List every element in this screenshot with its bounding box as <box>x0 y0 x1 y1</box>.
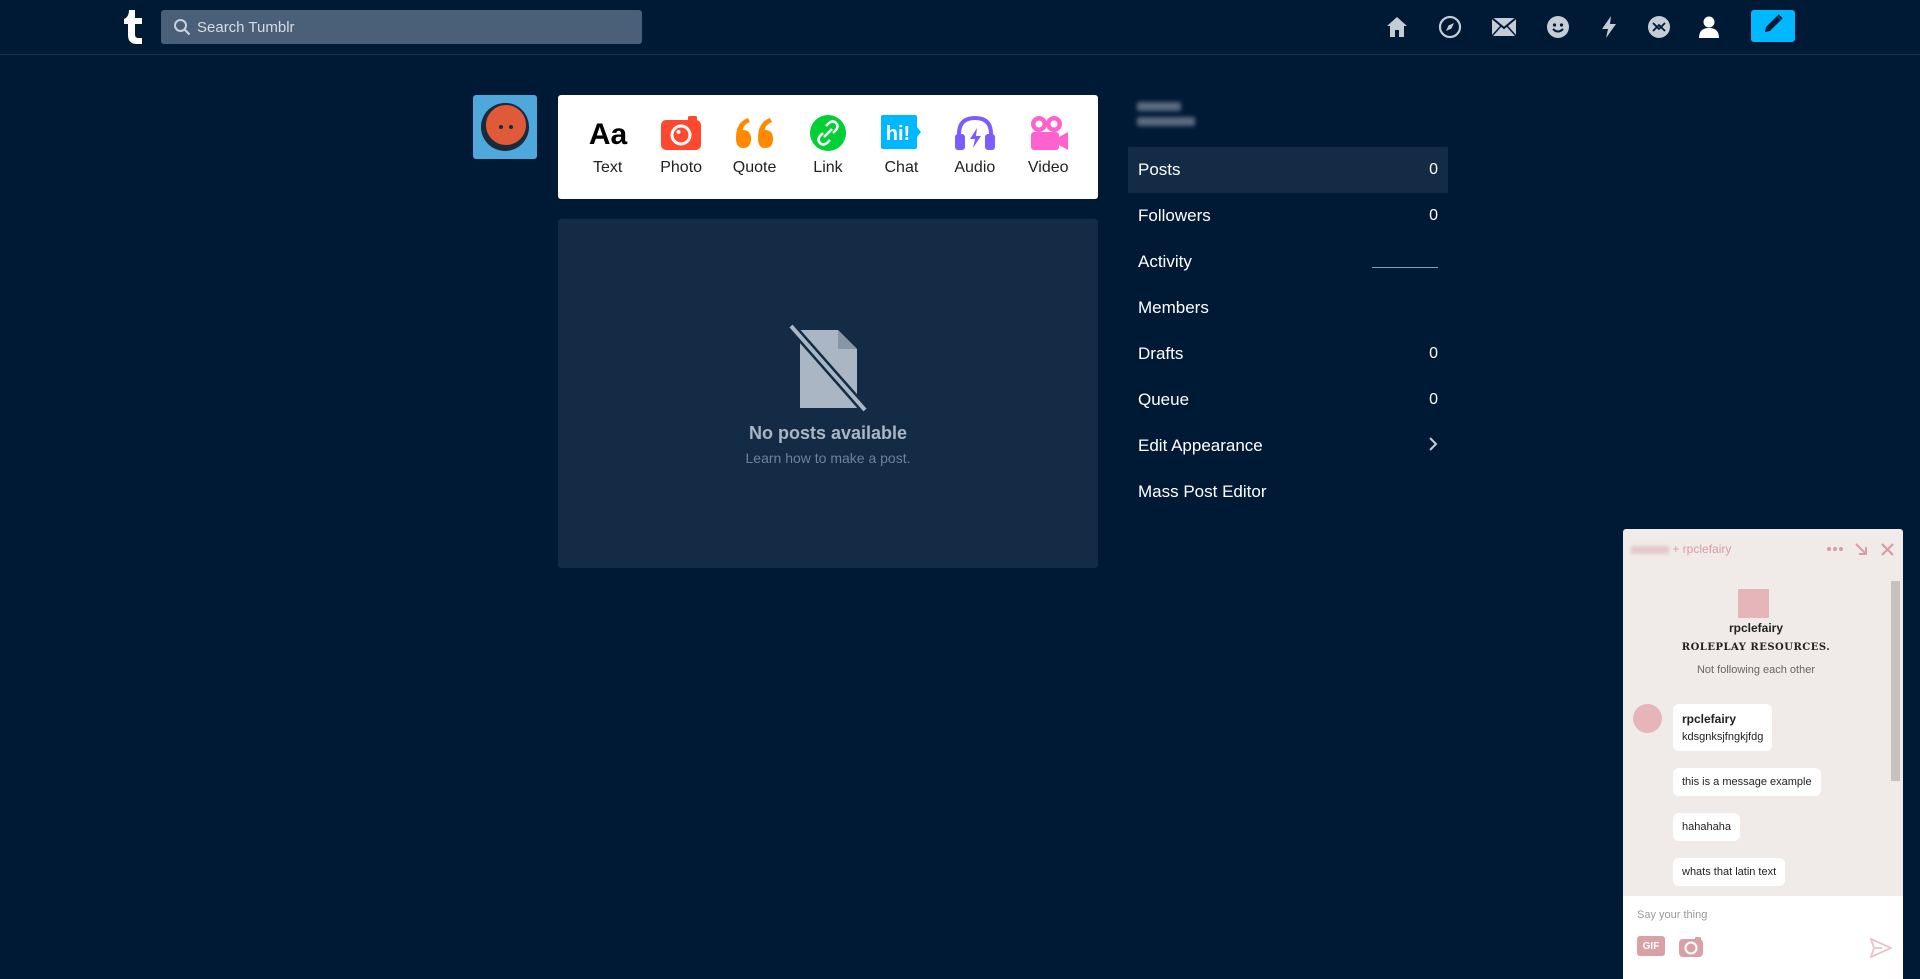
posts-empty-state: No posts available Learn how to make a p… <box>558 219 1098 568</box>
explore-icon[interactable] <box>1436 13 1464 41</box>
close-icon[interactable] <box>1877 539 1897 559</box>
search-bar[interactable] <box>161 10 642 44</box>
post-type-label: Chat <box>884 159 919 176</box>
home-icon[interactable] <box>1383 13 1411 41</box>
post-type-label: Video <box>1027 159 1069 176</box>
svg-text:hi!: hi! <box>886 123 910 145</box>
blog-sidebar: Posts 0 Followers 0 Activity Members Dra… <box>1128 147 1448 515</box>
post-video-button[interactable]: Video <box>1012 95 1085 199</box>
message-bubble: whats that latin text <box>1673 858 1786 886</box>
sidebar-item-label: Posts <box>1138 160 1181 179</box>
sidebar-item-activity[interactable]: Activity <box>1128 239 1448 285</box>
sidebar-item-drafts[interactable]: Drafts 0 <box>1128 331 1448 377</box>
inbox-icon[interactable] <box>1490 13 1518 41</box>
search-icon <box>173 18 191 36</box>
sidebar-item-followers[interactable]: Followers 0 <box>1128 193 1448 239</box>
camera-icon[interactable] <box>1678 936 1704 958</box>
link-icon <box>791 113 864 153</box>
chat-window: + rpclefairy ▼ rpclefairy ROLEPLAY RESOU… <box>1623 529 1903 979</box>
message-text: this is a message example <box>1682 776 1812 788</box>
sidebar-item-label: Members <box>1138 298 1209 317</box>
learn-post-link[interactable]: Learn how to make a post. <box>558 450 1098 466</box>
post-type-bar: Aa Text Photo Quote Link hi! Chat Audio <box>558 95 1098 199</box>
chat-profile-avatar[interactable] <box>1738 589 1769 618</box>
blog-name-redacted <box>1137 102 1195 136</box>
drafts-count: 0 <box>1429 345 1438 362</box>
message-bubble: hahahaha <box>1673 813 1740 841</box>
pencil-icon <box>1762 13 1784 40</box>
more-options-icon[interactable] <box>1825 539 1845 559</box>
message-text: kdsgnksjfngkjfdg <box>1682 731 1764 743</box>
sidebar-item-mass-post-editor[interactable]: Mass Post Editor <box>1128 469 1448 515</box>
sidebar-item-label: Edit Appearance <box>1138 436 1263 455</box>
post-type-label: Text <box>593 159 623 176</box>
chat-participants: + rpclefairy <box>1672 542 1732 556</box>
top-navbar <box>0 0 1920 55</box>
sidebar-item-label: Followers <box>1138 206 1211 225</box>
camera-icon <box>644 113 717 153</box>
labs-icon[interactable] <box>1645 13 1673 41</box>
redacted-blog-name <box>1631 545 1669 554</box>
compose-button[interactable] <box>1751 10 1795 42</box>
message-bubble: rpclefairy kdsgnksjfngkjfdg <box>1673 704 1773 751</box>
no-document-icon <box>785 323 871 414</box>
follow-status: Not following each other <box>1696 664 1815 676</box>
video-camera-icon <box>1012 113 1085 153</box>
headphones-icon <box>938 113 1011 153</box>
followers-count: 0 <box>1429 207 1438 224</box>
chat-scrollbar[interactable]: ▼ <box>1889 581 1901 922</box>
sidebar-item-label: Drafts <box>1138 344 1184 363</box>
blog-avatar[interactable] <box>473 95 537 159</box>
sidebar-item-members[interactable]: Members <box>1128 285 1448 331</box>
account-icon[interactable] <box>1695 13 1723 41</box>
text-icon: Aa <box>571 113 644 153</box>
scrollbar-thumb[interactable] <box>1891 581 1900 781</box>
posts-count: 0 <box>1429 161 1438 178</box>
tumblr-logo-icon[interactable] <box>120 6 148 46</box>
svg-text:Aa: Aa <box>589 118 628 149</box>
quote-icon <box>718 113 791 153</box>
send-icon[interactable] <box>1869 937 1894 959</box>
post-type-label: Quote <box>732 159 777 176</box>
chat-profile-name[interactable]: rpclefairy <box>1623 621 1889 635</box>
gif-button[interactable]: GIF <box>1637 936 1665 956</box>
post-text-button[interactable]: Aa Text <box>571 95 644 199</box>
chevron-right-icon <box>1428 436 1438 456</box>
chat-icon: hi! <box>865 113 938 153</box>
empty-state-title: No posts available <box>748 423 908 443</box>
post-chat-button[interactable]: hi! Chat <box>865 95 938 199</box>
sidebar-item-label: Activity <box>1138 252 1192 271</box>
chat-message-input[interactable] <box>1637 906 1877 924</box>
message-text: hahahaha <box>1682 821 1731 833</box>
message-text: whats that latin text <box>1682 866 1777 878</box>
message-bubble: this is a message example <box>1673 768 1821 796</box>
minimize-icon[interactable] <box>1851 539 1871 559</box>
sidebar-item-label: Mass Post Editor <box>1138 482 1267 501</box>
post-type-label: Audio <box>954 159 996 176</box>
chat-header: + rpclefairy <box>1623 529 1903 571</box>
sidebar-item-label: Queue <box>1138 390 1190 409</box>
post-audio-button[interactable]: Audio <box>938 95 1011 199</box>
post-link-button[interactable]: Link <box>791 95 864 199</box>
chat-profile-title: ROLEPLAY RESOURCES. <box>1681 642 1831 653</box>
post-photo-button[interactable]: Photo <box>644 95 717 199</box>
chat-compose-area: GIF <box>1623 896 1903 979</box>
sidebar-item-queue[interactable]: Queue 0 <box>1128 377 1448 423</box>
search-input[interactable] <box>197 10 627 44</box>
activity-icon[interactable] <box>1595 13 1623 41</box>
activity-sparkline <box>1372 266 1438 268</box>
sidebar-item-posts[interactable]: Posts 0 <box>1128 147 1448 193</box>
post-type-label: Photo <box>660 159 703 176</box>
chat-title: + rpclefairy <box>1631 542 1731 556</box>
sender-avatar[interactable] <box>1633 704 1662 733</box>
queue-count: 0 <box>1429 391 1438 408</box>
messages-icon[interactable] <box>1544 13 1572 41</box>
message-sender: rpclefairy <box>1682 712 1737 726</box>
sidebar-item-edit-appearance[interactable]: Edit Appearance <box>1128 423 1448 469</box>
post-quote-button[interactable]: Quote <box>718 95 791 199</box>
post-type-label: Link <box>813 159 843 176</box>
